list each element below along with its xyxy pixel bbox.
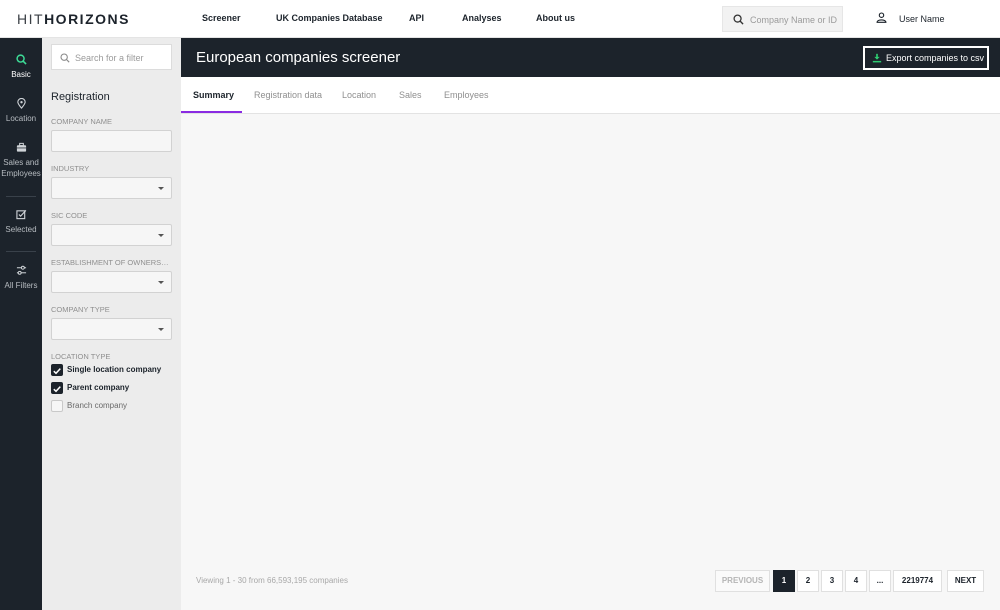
results-count-status: Viewing 1 - 30 from 66,593,195 companies [196,576,348,585]
ownership-label: ESTABLISHMENT OF OWNERSHIP [51,258,173,267]
briefcase-icon [16,142,26,152]
checkbox-label: Parent company [67,383,130,392]
checkbox-label: Single location company [67,365,162,374]
rail-item-selected[interactable]: Selected [0,209,42,235]
pagination-page-1[interactable]: 1 [773,570,795,592]
location-type-label: LOCATION TYPE [51,352,111,361]
user-name: User Name [899,14,945,24]
company-name-label: COMPANY NAME [51,117,112,126]
pagination-page-4[interactable]: 4 [845,570,867,592]
screener-header: European companies screener Export compa… [181,38,1000,77]
nav-analyses[interactable]: Analyses [462,13,502,23]
checkbox-checked[interactable] [51,364,63,376]
industry-label: INDUSTRY [51,164,90,173]
rail-item-basic[interactable]: Basic [0,54,42,80]
rail-divider [6,251,36,252]
rail-item-label: Sales and Employees [1,158,41,178]
company-type-label: COMPANY TYPE [51,305,110,314]
tab-registration-data[interactable]: Registration data [254,90,322,100]
sic-code-label: SIC CODE [51,211,88,220]
pagination-ellipsis: ... [869,570,891,592]
pagination-last-page[interactable]: 2219774 [893,570,942,592]
pagination-next-button[interactable]: NEXT [947,570,984,592]
logo[interactable]: HITHORIZONS [17,11,130,27]
checkbox-checked[interactable] [51,382,63,394]
pagination-page-3[interactable]: 3 [821,570,843,592]
filter-panel: Registration COMPANY NAME INDUSTRY SIC C… [42,38,181,610]
rail-item-label: Selected [5,225,37,234]
results-content-area [181,114,1000,610]
search-icon [60,53,70,63]
company-name-input[interactable] [51,130,172,152]
nav-uk-companies-database[interactable]: UK Companies Database [276,13,383,23]
chevron-down-icon [158,328,164,331]
checkmark-icon [53,368,61,375]
checkbox-unchecked[interactable] [51,400,63,412]
tab-employees[interactable]: Employees [444,90,489,100]
pagination-previous-button[interactable]: PREVIOUS [715,570,770,592]
location-pin-icon [16,98,26,109]
rail-divider [6,196,36,197]
checkbox-edit-icon [15,209,26,220]
top-navigation: HITHORIZONS Screener UK Companies Databa… [0,0,1000,38]
rail-item-all-filters[interactable]: All Filters [0,265,42,291]
ownership-select[interactable] [51,271,172,293]
chevron-down-icon [158,187,164,190]
checkbox-label: Branch company [67,401,128,410]
left-icon-rail: Basic Location Sales and Employees Selec… [0,38,42,610]
page-title: European companies screener [196,49,401,66]
tab-sales[interactable]: Sales [399,90,422,100]
rail-item-label: Basic [11,70,31,79]
filter-search-input[interactable] [75,51,169,65]
user-icon [876,12,887,23]
sliders-icon [16,265,26,275]
company-search-box [722,6,843,32]
rail-item-label: All Filters [4,281,38,290]
chevron-down-icon [158,234,164,237]
rail-item-label: Location [5,114,37,123]
tab-bar: Summary Registration data Location Sales… [181,77,1000,114]
chevron-down-icon [158,281,164,284]
search-icon [733,14,744,25]
tab-summary[interactable]: Summary [193,90,234,100]
rail-item-location[interactable]: Location [0,98,42,124]
filter-search-box [51,44,172,70]
sic-code-select[interactable] [51,224,172,246]
pagination-page-2[interactable]: 2 [797,570,819,592]
search-icon [15,54,27,65]
nav-about-us[interactable]: About us [536,13,575,23]
nav-screener[interactable]: Screener [202,13,241,23]
export-csv-button[interactable]: Export companies to csv [863,46,989,70]
active-tab-indicator [181,111,242,113]
rail-item-sales-and-employees[interactable]: Sales and Employees [0,142,42,179]
checkmark-icon [53,386,61,393]
company-type-select[interactable] [51,318,172,340]
download-icon [872,53,882,63]
export-csv-label: Export companies to csv [886,53,985,63]
tab-location[interactable]: Location [342,90,376,100]
logo-light-text: HIT [17,11,45,27]
nav-api[interactable]: API [409,13,424,23]
logo-bold-text: HORIZONS [44,11,130,27]
industry-select[interactable] [51,177,172,199]
company-search-input[interactable] [750,12,840,27]
section-title-registration: Registration [51,91,110,103]
